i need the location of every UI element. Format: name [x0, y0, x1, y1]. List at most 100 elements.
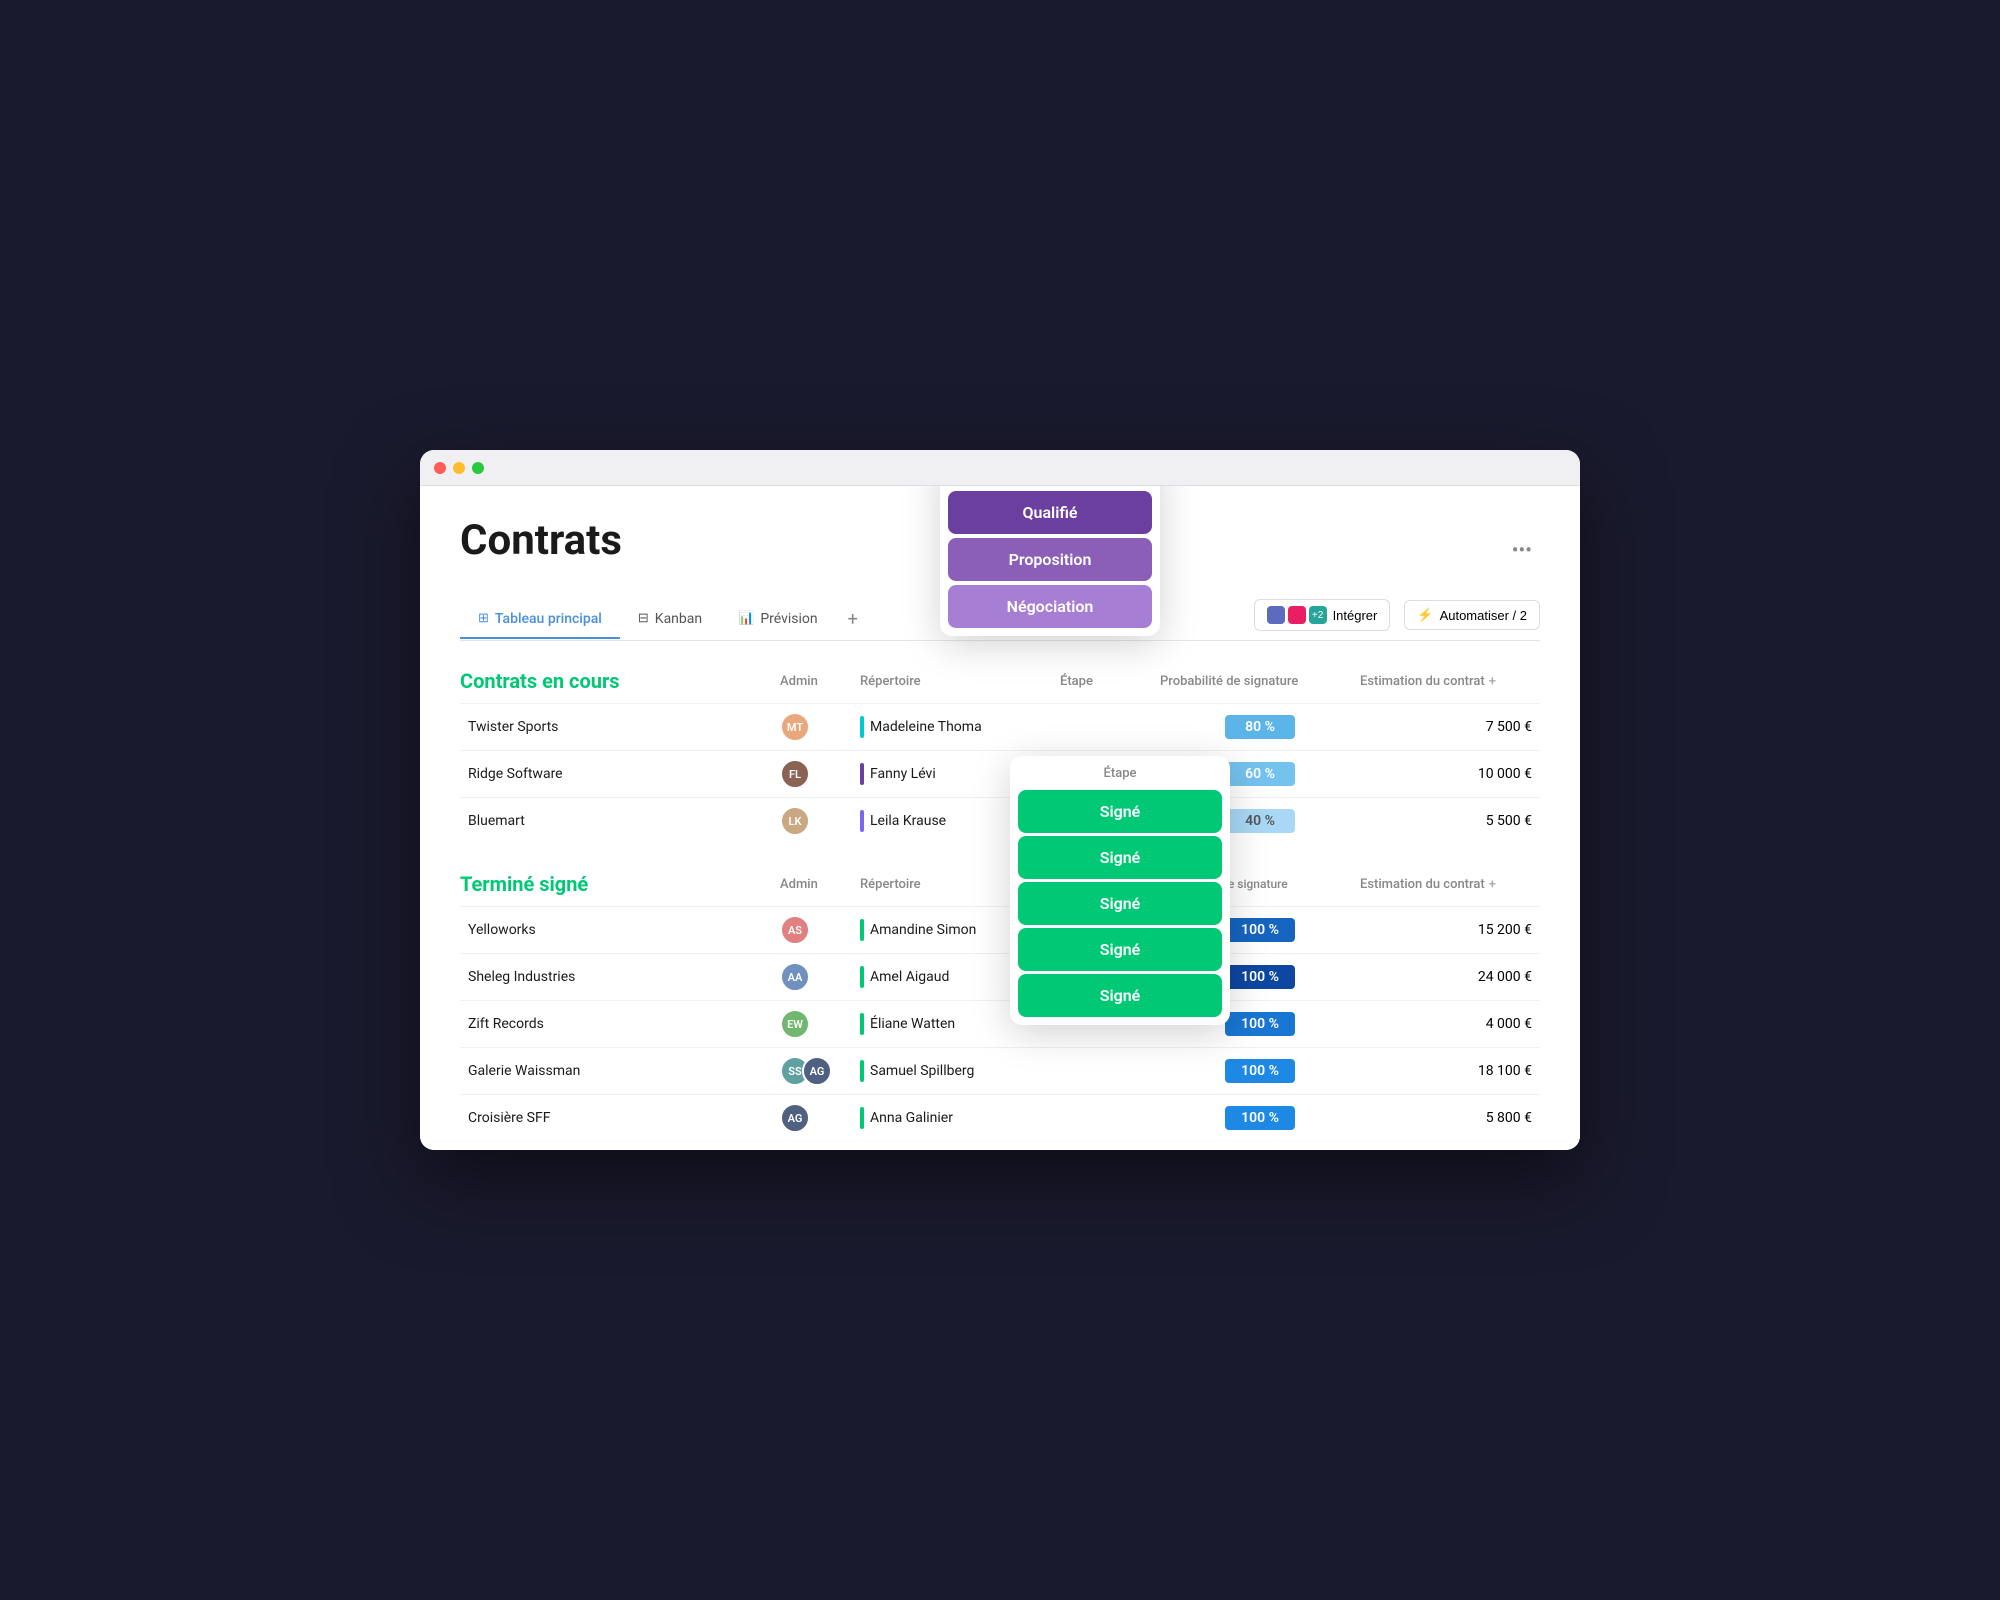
minimize-dot[interactable] — [453, 462, 465, 474]
prob-badge: 40 % — [1225, 809, 1295, 833]
row-admin: AS — [780, 915, 860, 945]
popup-option-qualifie[interactable]: Qualifié — [948, 491, 1152, 534]
avatar: MT — [780, 712, 810, 742]
row-estimation: 5 500 € — [1360, 813, 1540, 829]
add-col-icon[interactable]: + — [1489, 674, 1496, 689]
avatar: AS — [780, 915, 810, 945]
row-admin: SS AG — [780, 1056, 860, 1086]
row-name: Yelloworks — [460, 922, 780, 938]
color-bar — [860, 1060, 864, 1082]
app-window: Contrats ••• ⊞ Tableau principal ⊟ Kanba… — [420, 450, 1580, 1150]
col-admin-2: Admin — [780, 877, 860, 892]
popup-header-bottom: Étape — [1010, 756, 1230, 787]
row-estimation: 15 200 € — [1360, 922, 1540, 938]
section-en-cours: Contrats en cours Admin Répertoire Étape… — [460, 669, 1540, 844]
popup-option-signe-3[interactable]: Signé — [1018, 882, 1222, 925]
color-bar — [860, 716, 864, 738]
integrate-button[interactable]: +2 Intégrer — [1254, 599, 1391, 631]
color-bar — [860, 763, 864, 785]
section-title-en-cours: Contrats en cours — [460, 669, 780, 693]
row-name: Ridge Software — [460, 766, 780, 782]
maximize-dot[interactable] — [472, 462, 484, 474]
row-admin: LK — [780, 806, 860, 836]
table-row: Galerie Waissman SS AG Samuel Spillberg … — [460, 1047, 1540, 1094]
popup-etape-top: Étape Qualifié Proposition Négociation — [940, 486, 1160, 636]
popup-option-signe-5[interactable]: Signé — [1018, 974, 1222, 1017]
section-termine: Terminé signé Admin Répertoire Étape Pro… — [460, 872, 1540, 1141]
avatar: EW — [780, 1009, 810, 1039]
row-probability: 80 % — [1160, 715, 1360, 739]
grid-icon: ⊞ — [478, 611, 489, 626]
popup-option-negociation[interactable]: Négociation — [948, 585, 1152, 628]
color-bar — [860, 966, 864, 988]
row-estimation: 5 800 € — [1360, 1110, 1540, 1126]
row-name: Zift Records — [460, 1016, 780, 1032]
row-admin: FL — [780, 759, 860, 789]
col-repertoire-1: Répertoire — [860, 674, 1060, 689]
prob-badge: 60 % — [1225, 762, 1295, 786]
more-button[interactable]: ••• — [1504, 534, 1540, 566]
row-name: Twister Sports — [460, 719, 780, 735]
row-admin: MT — [780, 712, 860, 742]
color-bar — [860, 810, 864, 832]
color-bar — [860, 1013, 864, 1035]
integrate-icon: +2 — [1267, 606, 1327, 624]
row-repertoire: Samuel Spillberg — [860, 1060, 1060, 1082]
chart-icon: 📊 — [738, 611, 754, 626]
row-estimation: 18 100 € — [1360, 1063, 1540, 1079]
avatar: LK — [780, 806, 810, 836]
table-row: Twister Sports MT Madeleine Thoma 80 % 7… — [460, 703, 1540, 750]
row-name: Sheleg Industries — [460, 969, 780, 985]
color-bar — [860, 919, 864, 941]
popup-option-proposition[interactable]: Proposition — [948, 538, 1152, 581]
prob-badge: 100 % — [1225, 1012, 1295, 1036]
prob-badge: 100 % — [1225, 1059, 1295, 1083]
color-bar — [860, 1107, 864, 1129]
avatar: AA — [780, 962, 810, 992]
popup-option-signe-4[interactable]: Signé — [1018, 928, 1222, 971]
table-row: Sheleg Industries AA Amel Aigaud 100 % 2… — [460, 953, 1540, 1000]
popup-etape-bottom: Étape Signé Signé Signé Signé Signé — [1010, 756, 1230, 1025]
title-bar — [420, 450, 1580, 486]
tab-kanban[interactable]: ⊟ Kanban — [620, 601, 720, 639]
section-header-termine: Terminé signé Admin Répertoire Étape Pro… — [460, 872, 1540, 902]
col-prob-1: Probabilité de signature — [1160, 674, 1360, 689]
table-row: Zift Records EW Éliane Watten 100 % 4 00… — [460, 1000, 1540, 1047]
row-probability: 100 % — [1160, 1059, 1360, 1083]
bot-icon: ⚡ — [1417, 607, 1433, 623]
row-name: Croisière SFF — [460, 1110, 780, 1126]
automate-button[interactable]: ⚡ Automatiser / 2 — [1404, 600, 1540, 630]
top-actions: +2 Intégrer ⚡ Automatiser / 2 — [1254, 599, 1540, 631]
row-name: Galerie Waissman — [460, 1063, 780, 1079]
row-admin: AA — [780, 962, 860, 992]
row-admin: AG — [780, 1103, 860, 1133]
prob-badge: 80 % — [1225, 715, 1295, 739]
avatar-group: SS AG — [780, 1056, 832, 1086]
table-row: Bluemart LK Leila Krause 40 % 5 500 € — [460, 797, 1540, 844]
table-row: Croisière SFF AG Anna Galinier 100 % 5 8… — [460, 1094, 1540, 1141]
table-row: Yelloworks AS Amandine Simon 100 % 15 20… — [460, 906, 1540, 953]
row-name: Bluemart — [460, 813, 780, 829]
popup-option-signe-2[interactable]: Signé — [1018, 836, 1222, 879]
col-estimation-1: Estimation du contrat + — [1360, 674, 1540, 689]
row-estimation: 4 000 € — [1360, 1016, 1540, 1032]
table-row: Ridge Software FL Fanny Lévi 60 % 10 000… — [460, 750, 1540, 797]
add-col-icon-2[interactable]: + — [1489, 877, 1496, 892]
section-title-termine: Terminé signé — [460, 872, 780, 896]
tab-tableau[interactable]: ⊞ Tableau principal — [460, 601, 620, 639]
avatar: AG — [802, 1056, 832, 1086]
row-estimation: 10 000 € — [1360, 766, 1540, 782]
tab-add[interactable]: + — [836, 599, 870, 640]
row-estimation: 7 500 € — [1360, 719, 1540, 735]
page-title: Contrats — [460, 516, 622, 565]
popup-option-signe-1[interactable]: Signé — [1018, 790, 1222, 833]
avatar: AG — [780, 1103, 810, 1133]
prob-badge: 100 % — [1225, 918, 1295, 942]
col-admin-1: Admin — [780, 674, 860, 689]
col-estimation-2: Estimation du contrat + — [1360, 877, 1540, 892]
row-repertoire: Anna Galinier — [860, 1107, 1060, 1129]
close-dot[interactable] — [434, 462, 446, 474]
col-etape-1: Étape — [1060, 674, 1160, 689]
tab-prevision[interactable]: 📊 Prévision — [720, 601, 836, 639]
row-repertoire: Madeleine Thoma — [860, 716, 1060, 738]
